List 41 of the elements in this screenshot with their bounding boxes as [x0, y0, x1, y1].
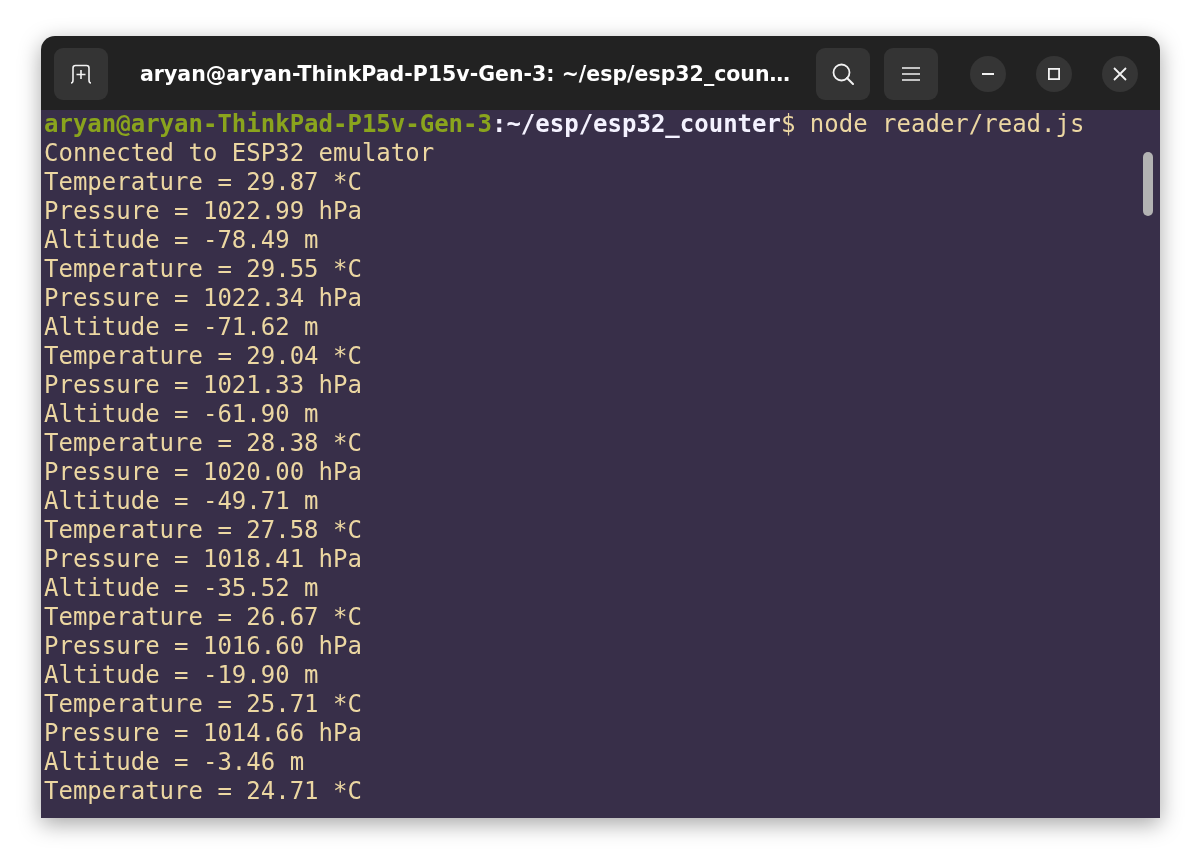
output-line: Pressure = 1022.99 hPa: [44, 197, 362, 225]
maximize-icon: [1048, 68, 1060, 80]
output-line: Temperature = 29.87 *C: [44, 168, 362, 196]
output-line: Pressure = 1016.60 hPa: [44, 632, 362, 660]
command-text: node reader/read.js: [809, 110, 1085, 138]
output-line: Temperature = 28.38 *C: [44, 429, 362, 457]
output-line: Temperature = 24.71 *C: [44, 777, 362, 805]
output-line: Altitude = -71.62 m: [44, 313, 319, 341]
output-line: Pressure = 1020.00 hPa: [44, 458, 362, 486]
prompt-symbol: $: [780, 110, 796, 138]
new-tab-icon: [70, 64, 92, 84]
maximize-button[interactable]: [1036, 56, 1072, 92]
close-button[interactable]: [1102, 56, 1138, 92]
output-line: Temperature = 29.04 *C: [44, 342, 362, 370]
output-line: Temperature = 26.67 *C: [44, 603, 362, 631]
minimize-icon: [982, 73, 994, 75]
output-line: Temperature = 25.71 *C: [44, 690, 362, 718]
output-line: Altitude = -49.71 m: [44, 487, 319, 515]
search-button[interactable]: [816, 48, 870, 100]
output-line: Altitude = -3.46 m: [44, 748, 305, 776]
close-icon: [1113, 67, 1127, 81]
prompt-path: ~/esp/esp32_counter: [506, 110, 781, 138]
prompt-user-host: aryan@aryan-ThinkPad-P15v-Gen-3: [44, 110, 492, 138]
new-tab-button[interactable]: [54, 48, 108, 100]
output-line: Pressure = 1022.34 hPa: [44, 284, 362, 312]
output-line: Altitude = -61.90 m: [44, 400, 319, 428]
output-line: Altitude = -78.49 m: [44, 226, 319, 254]
output-line: Altitude = -35.52 m: [44, 574, 319, 602]
search-icon: [832, 63, 854, 85]
scrollbar-thumb[interactable]: [1143, 152, 1153, 216]
output-line: Temperature = 29.55 *C: [44, 255, 362, 283]
output-line: Pressure = 1018.41 hPa: [44, 545, 362, 573]
output-line: Altitude = -19.90 m: [44, 661, 319, 689]
prompt-separator: :: [491, 110, 507, 138]
menu-button[interactable]: [884, 48, 938, 100]
output-line: Pressure = 1021.33 hPa: [44, 371, 362, 399]
output-line: Connected to ESP32 emulator: [44, 139, 435, 167]
output-line: Temperature = 27.58 *C: [44, 516, 362, 544]
window-title: aryan@aryan-ThinkPad-P15v-Gen-3: ~/esp/esp32_coun…: [139, 62, 792, 86]
menu-icon: [902, 67, 920, 81]
output-line: Pressure = 1014.66 hPa: [44, 719, 362, 747]
